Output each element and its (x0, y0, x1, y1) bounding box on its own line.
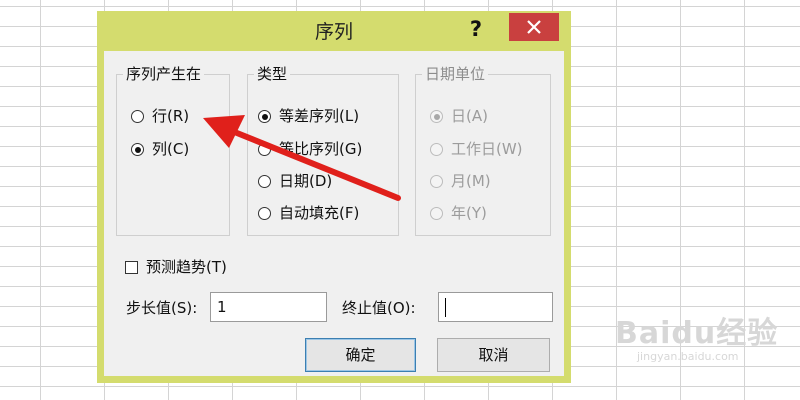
series-in-title: 序列产生在 (123, 65, 205, 83)
radio-date-indicator[interactable] (258, 175, 271, 188)
date-unit-title: 日期单位 (422, 65, 489, 83)
stop-value-input[interactable] (438, 292, 553, 322)
step-value-label: 步长值(S): (126, 299, 198, 317)
radio-autofill-indicator[interactable] (258, 207, 271, 220)
series-in-group: 序列产生在 行(R) 列(C) (116, 65, 230, 236)
radio-linear-indicator[interactable] (258, 110, 271, 123)
radio-autofill-label: 自动填充(F) (279, 204, 360, 222)
trend-checkbox-label: 预测趋势(T) (146, 258, 227, 276)
radio-growth[interactable]: 等比序列(G) (258, 137, 362, 161)
radio-date-label: 日期(D) (279, 172, 333, 190)
dialog-titlebar[interactable]: 序列 ? (97, 11, 571, 53)
radio-year-indicator (430, 207, 443, 220)
radio-month: 月(M) (430, 169, 491, 193)
radio-month-indicator (430, 175, 443, 188)
help-button[interactable]: ? (459, 14, 493, 44)
dialog-body: 序列产生在 行(R) 列(C) 类型 等差序列(L) 等比序列(G) 日期(D)… (104, 51, 564, 376)
text-caret (445, 298, 446, 317)
close-icon (527, 20, 541, 34)
radio-month-label: 月(M) (451, 172, 491, 190)
trend-checkbox[interactable]: 预测趋势(T) (125, 255, 227, 279)
date-unit-group: 日期单位 日(A) 工作日(W) 月(M) 年(Y) (415, 65, 551, 236)
watermark-url: jingyan.baidu.com (637, 350, 739, 363)
radio-date[interactable]: 日期(D) (258, 169, 332, 193)
series-dialog: 序列 ? 序列产生在 行(R) 列(C) 类型 等差序列(L) 等比序列(G) … (97, 11, 571, 383)
radio-autofill[interactable]: 自动填充(F) (258, 201, 359, 225)
radio-linear-label: 等差序列(L) (279, 107, 360, 125)
type-group: 类型 等差序列(L) 等比序列(G) 日期(D) 自动填充(F) (247, 65, 399, 236)
radio-growth-label: 等比序列(G) (279, 140, 363, 158)
radio-day: 日(A) (430, 104, 488, 128)
watermark-logo-text: Baidu经验 (615, 316, 779, 351)
type-title: 类型 (254, 65, 291, 83)
ok-button[interactable]: 确定 (305, 338, 416, 372)
radio-weekday-indicator (430, 143, 443, 156)
radio-columns-indicator[interactable] (131, 143, 144, 156)
close-button[interactable] (509, 13, 559, 41)
radio-day-label: 日(A) (451, 107, 488, 125)
step-value-input[interactable]: 1 (210, 292, 327, 322)
trend-checkbox-box[interactable] (125, 261, 138, 274)
radio-year-label: 年(Y) (451, 204, 487, 222)
radio-weekday-label: 工作日(W) (451, 140, 523, 158)
radio-rows[interactable]: 行(R) (131, 104, 189, 128)
radio-day-indicator (430, 110, 443, 123)
stop-value-label: 终止值(O): (342, 299, 416, 317)
radio-rows-indicator[interactable] (131, 110, 144, 123)
cancel-button[interactable]: 取消 (437, 338, 550, 372)
radio-weekday: 工作日(W) (430, 137, 523, 161)
radio-columns-label: 列(C) (152, 140, 190, 158)
radio-columns[interactable]: 列(C) (131, 137, 189, 161)
radio-linear[interactable]: 等差序列(L) (258, 104, 359, 128)
dialog-title: 序列 (314, 21, 353, 43)
baidu-watermark: Baidu经验 jingyan.baidu.com (615, 318, 778, 364)
radio-year: 年(Y) (430, 201, 487, 225)
radio-growth-indicator[interactable] (258, 143, 271, 156)
radio-rows-label: 行(R) (152, 107, 190, 125)
